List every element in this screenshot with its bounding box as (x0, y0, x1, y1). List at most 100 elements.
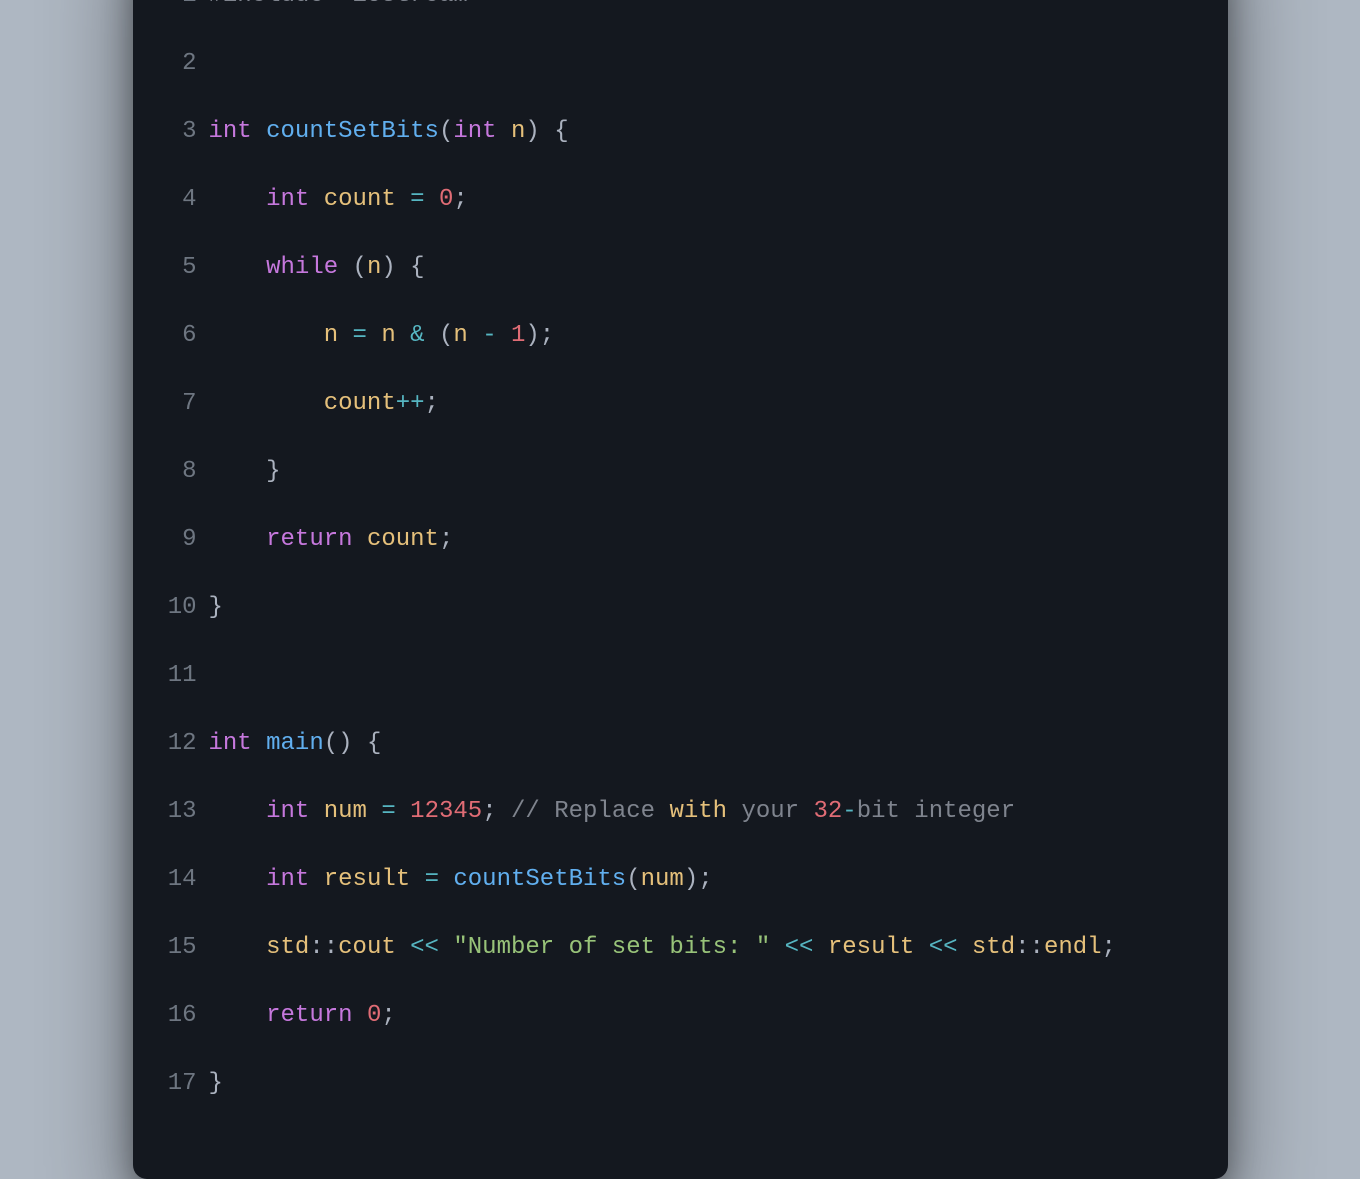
code-token: - (842, 798, 856, 825)
code-line: 1 #include <iostream> (157, 0, 1192, 13)
code-token: } (209, 594, 223, 621)
code-token: count (324, 186, 396, 213)
code-token: endl (1044, 934, 1102, 961)
code-token (367, 322, 381, 349)
code-token: ( (626, 866, 640, 893)
code-editor[interactable]: 1 #include <iostream> 2 3int countSetBits… (133, 0, 1228, 1179)
code-token: } (209, 458, 281, 485)
code-token (813, 934, 827, 961)
code-token: your (727, 798, 813, 825)
code-token: } (209, 1070, 223, 1097)
code-token: count (367, 526, 439, 553)
code-line: 17} (157, 1067, 1192, 1101)
line-number: 8 (157, 455, 197, 489)
code-token: result (828, 934, 914, 961)
code-token (209, 390, 324, 417)
code-token: n (324, 322, 338, 349)
code-token: 1 (511, 322, 525, 349)
code-token (367, 798, 381, 825)
code-token (497, 322, 511, 349)
code-token (410, 866, 424, 893)
line-number: 4 (157, 183, 197, 217)
code-token: ; (1102, 934, 1116, 961)
code-token: int (266, 186, 309, 213)
code-token (439, 934, 453, 961)
code-token: count (324, 390, 396, 417)
code-token: ) { (525, 118, 568, 145)
code-token (252, 730, 266, 757)
code-token (958, 934, 972, 961)
line-number: 2 (157, 47, 197, 81)
code-token: int (209, 118, 252, 145)
code-token: 0 (439, 186, 453, 213)
code-token: #include <iostream> (209, 0, 483, 9)
code-token: cout (338, 934, 396, 961)
line-number: 17 (157, 1067, 197, 1101)
code-token: - (482, 322, 496, 349)
line-number: 15 (157, 931, 197, 965)
code-token: int (209, 730, 252, 757)
code-token (439, 866, 453, 893)
code-token: return (266, 1002, 352, 1029)
line-number: 12 (157, 727, 197, 761)
line-number: 6 (157, 319, 197, 353)
code-token: // Replace (511, 798, 669, 825)
code-token: int (453, 118, 496, 145)
code-token: "Number of set bits: " (453, 934, 770, 961)
code-line: 7 count++; (157, 387, 1192, 421)
line-number: 13 (157, 795, 197, 829)
code-token: while (266, 254, 338, 281)
code-token (209, 186, 267, 213)
code-token: n (453, 322, 467, 349)
code-token (396, 934, 410, 961)
code-token (468, 322, 482, 349)
code-token (209, 1002, 267, 1029)
code-line: 3int countSetBits(int n) { (157, 115, 1192, 149)
code-token: num (324, 798, 367, 825)
code-token (338, 322, 352, 349)
code-line: 13 int num = 12345; // Replace with your… (157, 795, 1192, 829)
code-token: ) { (381, 254, 424, 281)
code-line: 15 std::cout << "Number of set bits: " <… (157, 931, 1192, 965)
code-token: result (324, 866, 410, 893)
code-line: 14 int result = countSetBits(num); (157, 863, 1192, 897)
code-token (396, 186, 410, 213)
code-token (396, 798, 410, 825)
code-token (209, 934, 267, 961)
code-token: ; (482, 798, 511, 825)
code-token (209, 866, 267, 893)
code-token (209, 254, 267, 281)
code-token: n (367, 254, 381, 281)
code-token (770, 934, 784, 961)
code-token: countSetBits (266, 118, 439, 145)
code-token: bit integer (857, 798, 1015, 825)
code-line: 5 while (n) { (157, 251, 1192, 285)
code-token: ; (425, 390, 439, 417)
code-token (914, 934, 928, 961)
code-token: << (785, 934, 814, 961)
code-line: 11 (157, 659, 1192, 693)
code-token: ( (425, 322, 454, 349)
line-number: 1 (157, 0, 197, 13)
code-token: std (266, 934, 309, 961)
code-token: 12345 (410, 798, 482, 825)
code-token (309, 186, 323, 213)
code-token: = (381, 798, 395, 825)
code-token: 32 (813, 798, 842, 825)
code-line: 8 } (157, 455, 1192, 489)
code-token: ++ (396, 390, 425, 417)
code-token: return (266, 526, 352, 553)
code-token: & (410, 322, 424, 349)
line-number: 5 (157, 251, 197, 285)
line-number: 16 (157, 999, 197, 1033)
code-token (353, 1002, 367, 1029)
code-token (353, 526, 367, 553)
code-token: ; (439, 526, 453, 553)
code-line: 2 (157, 47, 1192, 81)
code-line: 4 int count = 0; (157, 183, 1192, 217)
code-token (396, 322, 410, 349)
code-token: n (381, 322, 395, 349)
code-token: n (511, 118, 525, 145)
code-token: ( (338, 254, 367, 281)
code-token (209, 322, 324, 349)
